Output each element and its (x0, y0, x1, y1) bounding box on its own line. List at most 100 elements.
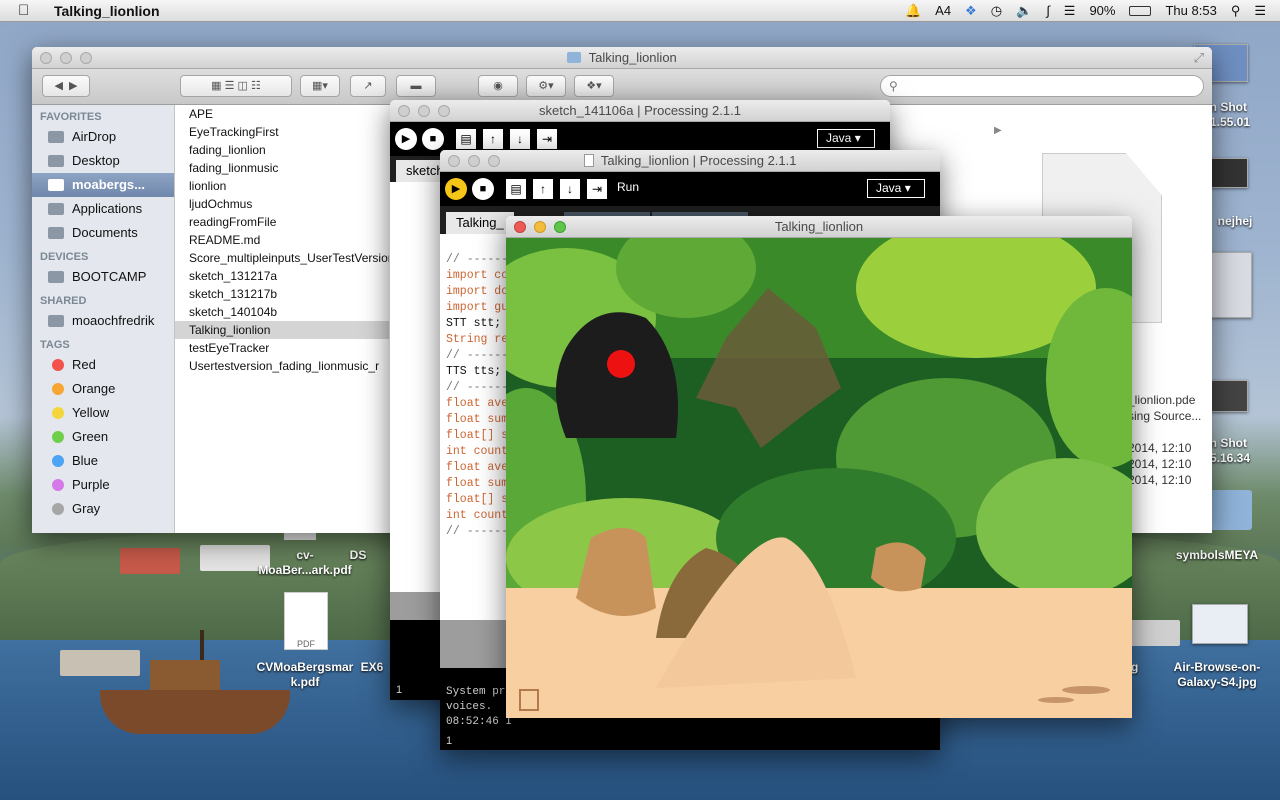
expand-arrow-icon[interactable]: ▶ (994, 125, 1002, 136)
folder-icon[interactable] (1206, 490, 1252, 530)
sidebar-item-shared-computer[interactable]: moaochfredrik (32, 309, 174, 333)
list-item[interactable]: sketch_131217b (175, 285, 389, 303)
battery-percent[interactable]: 90% (1089, 3, 1115, 18)
screenshot-thumbnail[interactable] (1210, 380, 1248, 412)
list-item[interactable]: Score_multipleinputs_UserTestVersion (175, 249, 389, 267)
arrange-button[interactable]: ▦▾ (300, 75, 340, 97)
red-target-dot[interactable] (607, 350, 635, 378)
mode-select[interactable]: Java ▾ (867, 179, 925, 198)
bluetooth-icon[interactable]: ∫ (1046, 3, 1050, 18)
time-machine-icon[interactable]: ◷ (991, 3, 1002, 19)
app-menu-name[interactable]: Talking_lionlion (54, 3, 160, 19)
list-item[interactable]: fading_lionlion (175, 141, 389, 159)
minimize-button[interactable] (418, 105, 430, 117)
sidebar-tag-purple[interactable]: Purple (32, 473, 174, 497)
list-item[interactable]: EyeTrackingFirst (175, 123, 389, 141)
spotlight-search-icon[interactable]: ⚲ (1231, 3, 1241, 19)
sidebar-item-desktop[interactable]: Desktop (32, 149, 174, 173)
apple-menu-icon[interactable]:  (18, 2, 40, 19)
minimize-button[interactable] (468, 155, 480, 167)
sidebar-item-applications[interactable]: Applications (32, 197, 174, 221)
new-file-icon[interactable]: ▤ (506, 179, 526, 199)
stop-button[interactable]: ■ (472, 178, 494, 200)
run-button[interactable]: ▶ (395, 128, 417, 150)
sidebar-item-bootcamp[interactable]: BOOTCAMP (32, 265, 174, 289)
list-item[interactable]: fading_lionmusic (175, 159, 389, 177)
yellow-tag-dot-icon (52, 407, 64, 419)
minimize-button[interactable] (534, 221, 546, 233)
close-button[interactable] (448, 155, 460, 167)
zoom-button[interactable] (488, 155, 500, 167)
notification-center-icon[interactable]: ☰ (1254, 3, 1266, 19)
list-item-selected[interactable]: Talking_lionlion (175, 321, 389, 339)
save-icon[interactable]: ↓ (510, 129, 530, 149)
search-input[interactable]: ⚲ (880, 75, 1204, 97)
list-item[interactable]: README.md (175, 231, 389, 249)
volume-icon[interactable]: 🔈 (1016, 3, 1032, 19)
jungle-scene[interactable] (506, 238, 1132, 718)
mode-select[interactable]: Java ▾ (817, 129, 875, 148)
desktop-icon-label[interactable]: symbolsMEYA (1162, 548, 1272, 563)
action-gear-button[interactable]: ⚙▾ (526, 75, 566, 97)
tags-button[interactable]: ▬ (396, 75, 436, 97)
save-icon[interactable]: ↓ (560, 179, 580, 199)
sidebar-tag-green[interactable]: Green (32, 425, 174, 449)
dropbox-button[interactable]: ❖▾ (574, 75, 614, 97)
export-icon[interactable]: ⇥ (537, 129, 557, 149)
sidebar-item-airdrop[interactable]: AirDrop (32, 125, 174, 149)
clock[interactable]: Thu 8:53 (1165, 3, 1216, 18)
zoom-button[interactable] (80, 52, 92, 64)
sidebar-tag-orange[interactable]: Orange (32, 377, 174, 401)
run-button[interactable]: ▶ (445, 178, 467, 200)
quick-look-button[interactable]: ◉ (478, 75, 518, 97)
list-item[interactable]: lionlion (175, 177, 389, 195)
view-mode-buttons[interactable]: ▦ ☰ ◫ ☷ (180, 75, 292, 97)
stop-button[interactable]: ■ (422, 128, 444, 150)
finder-titlebar[interactable]: Talking_lionlion ⤢ (32, 47, 1212, 69)
share-button[interactable]: ↗ (350, 75, 386, 97)
desktop-icon-label[interactable]: CVMoaBergsmar k.pdf (250, 660, 360, 690)
sketch-titlebar[interactable]: Talking_lionlion (506, 216, 1132, 238)
open-icon[interactable]: ↑ (483, 129, 503, 149)
list-item[interactable]: readingFromFile (175, 213, 389, 231)
wifi-icon[interactable]: ☰ (1064, 3, 1076, 19)
sidebar-item-documents[interactable]: Documents (32, 221, 174, 245)
desktop-icon-label[interactable]: EX6 (352, 660, 392, 675)
notification-bell-icon[interactable]: 🔔 (905, 3, 921, 19)
pdf-icon[interactable]: PDF (284, 592, 328, 650)
open-icon[interactable]: ↑ (533, 179, 553, 199)
tab-talking-lionlion[interactable]: Talking_ (446, 212, 514, 234)
fullscreen-icon[interactable]: ⤢ (1194, 47, 1204, 69)
list-item[interactable]: ljudOchmus (175, 195, 389, 213)
list-item[interactable]: sketch_140104b (175, 303, 389, 321)
dropbox-icon[interactable]: ❖ (965, 3, 977, 19)
processing-back-titlebar[interactable]: sketch_141106a | Processing 2.1.1 (390, 100, 890, 122)
processing-front-titlebar[interactable]: Talking_lionlion | Processing 2.1.1 (440, 150, 940, 172)
close-button[interactable] (398, 105, 410, 117)
sidebar-tag-gray[interactable]: Gray (32, 497, 174, 521)
image-thumbnail[interactable] (1192, 604, 1248, 644)
zoom-button[interactable] (554, 221, 566, 233)
desktop-icon-label[interactable]: DS (338, 548, 378, 563)
close-button[interactable] (40, 52, 52, 64)
zoom-button[interactable] (438, 105, 450, 117)
export-icon[interactable]: ⇥ (587, 179, 607, 199)
sidebar-item-home[interactable]: moabergs... (32, 173, 174, 197)
adobe-icon[interactable]: A4 (935, 3, 951, 18)
sidebar-tag-red[interactable]: Red (32, 353, 174, 377)
sidebar-tag-yellow[interactable]: Yellow (32, 401, 174, 425)
sidebar-heading-devices: DEVICES (40, 251, 89, 263)
line-number: 1 (396, 684, 403, 696)
list-item[interactable]: testEyeTracker (175, 339, 389, 357)
clay-pot (871, 542, 926, 592)
minimize-button[interactable] (60, 52, 72, 64)
list-item[interactable]: Usertestversion_fading_lionmusic_r (175, 357, 389, 375)
back-forward-buttons[interactable]: ◀ ▶ (42, 75, 90, 97)
sidebar-tag-blue[interactable]: Blue (32, 449, 174, 473)
close-button[interactable] (514, 221, 526, 233)
new-file-icon[interactable]: ▤ (456, 129, 476, 149)
list-item[interactable]: sketch_131217a (175, 267, 389, 285)
list-item[interactable]: APE (175, 105, 389, 123)
desktop-icon-label[interactable]: Air-Browse-on- Galaxy-S4.jpg (1162, 660, 1272, 690)
video-thumbnail[interactable] (1210, 158, 1248, 188)
